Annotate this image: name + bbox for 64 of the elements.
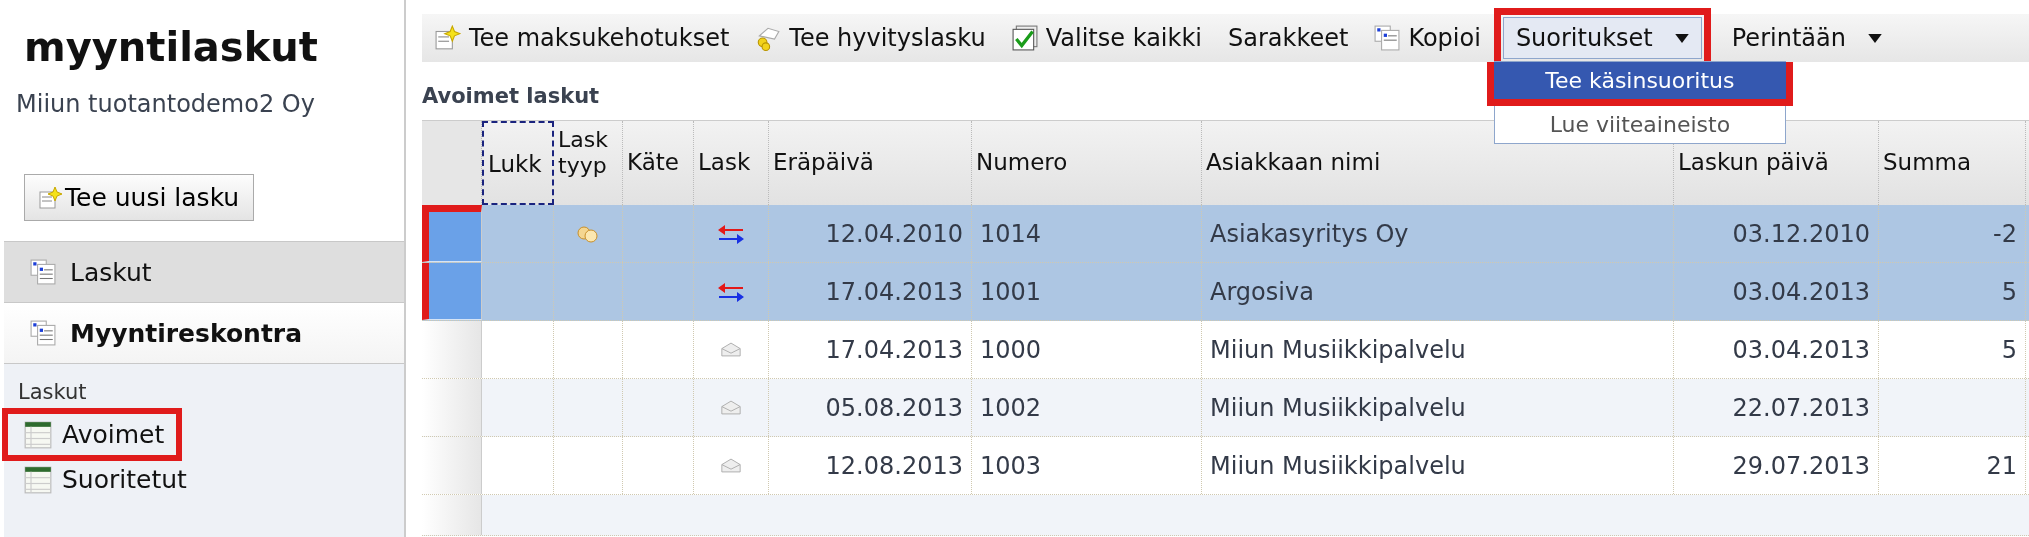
table-cell: 17.04.2013 xyxy=(769,263,972,320)
toolbar-button[interactable]: Sarakkeet xyxy=(1215,17,1362,59)
table-cell: 21 xyxy=(1879,437,2026,494)
table-title: Avoimet laskut xyxy=(422,83,600,110)
table-cell: 05.08.2013 xyxy=(769,379,972,436)
caret-icon xyxy=(1867,33,1882,43)
document-list-icon xyxy=(30,320,56,346)
toolbar-button[interactable]: Perintään xyxy=(1718,17,1895,59)
table-cell: 5 xyxy=(1879,321,2026,378)
document-list-icon xyxy=(30,259,56,285)
table-cell: 17.04.2013 xyxy=(769,321,972,378)
group-label: Laskut xyxy=(17,380,88,404)
table-row[interactable]: 12.04.2010 1014 Asiakasyritys Oy 03.12.2010 -2 xyxy=(422,205,2029,263)
table-cell: -2 xyxy=(1879,205,2026,262)
table-cell: Miiun Musiikkipalvelu xyxy=(1202,379,1674,436)
exchange-arrows-icon xyxy=(717,222,745,245)
table-row[interactable]: 17.04.2013 1000 Miiun Musiikkipalvelu 03.04.2013 5 xyxy=(422,321,2029,379)
table-cell: 1014 xyxy=(972,205,1202,262)
table-icon xyxy=(24,420,52,449)
toolbar-button[interactable]: Tee maksukehotukset xyxy=(422,17,743,59)
table-cell: 12.04.2010 xyxy=(769,205,972,262)
toolbar-button[interactable]: Kopioi xyxy=(1361,17,1494,59)
table-cell: Miiun Musiikkipalvelu xyxy=(1202,437,1674,494)
table-cell: 03.04.2013 xyxy=(1674,321,1879,378)
table-cell: 1001 xyxy=(972,263,1202,320)
checkbox-icon xyxy=(1011,25,1038,51)
table-cell: 03.12.2010 xyxy=(1674,205,1879,262)
table-row[interactable]: 05.08.2013 1002 Miiun Musiikkipalvelu 22.07.2013 xyxy=(422,379,2029,437)
page-title: myyntilaskut xyxy=(23,23,319,70)
table-cell: Asiakasyritys Oy xyxy=(1202,205,1674,262)
table-cell: 12.08.2013 xyxy=(769,437,972,494)
table-cell: 29.07.2013 xyxy=(1674,437,1879,494)
new-invoice-button[interactable]: Tee uusi lasku xyxy=(24,174,255,221)
envelope-icon xyxy=(720,399,742,416)
coins-icon xyxy=(755,25,782,51)
table-cell: 5 xyxy=(1879,263,2026,320)
table-cell: 1000 xyxy=(972,321,1202,378)
sidebar-item[interactable]: Suoritetut xyxy=(10,461,187,498)
new-document-icon xyxy=(39,185,63,210)
table-row[interactable]: 12.08.2013 1003 Miiun Musiikkipalvelu 29.07.2013 21 xyxy=(422,437,2029,495)
company-name: Miiun tuotantodemo2 Oy xyxy=(15,89,316,118)
table-cell: Miiun Musiikkipalvelu xyxy=(1202,321,1674,378)
table-cell: 1003 xyxy=(972,437,1202,494)
row-selector[interactable] xyxy=(422,205,482,262)
sidebar-item[interactable]: Avoimet xyxy=(10,416,175,453)
coins-icon xyxy=(576,223,600,244)
exchange-arrows-icon xyxy=(717,280,745,303)
toolbar-button[interactable]: Suoritukset xyxy=(1502,17,1702,59)
table-row[interactable]: 17.04.2013 1001 Argosiva 03.04.2013 5 xyxy=(422,263,2029,321)
document-list-icon xyxy=(1374,25,1401,51)
table-cell: Argosiva xyxy=(1202,263,1674,320)
toolbar-button[interactable]: Valitse kaikki xyxy=(998,17,1215,59)
caret-icon xyxy=(1674,33,1689,43)
menu-item[interactable]: Tee käsinsuoritus xyxy=(1486,62,1793,106)
table-cell: 22.07.2013 xyxy=(1674,379,1879,436)
nav-section[interactable]: Myyntireskontra xyxy=(4,302,404,363)
toolbar-button[interactable]: Tee hyvityslasku xyxy=(742,17,999,59)
table-icon xyxy=(24,465,52,494)
envelope-icon xyxy=(720,341,742,358)
table-cell: 1002 xyxy=(972,379,1202,436)
nav-section[interactable]: Laskut xyxy=(4,241,404,302)
new-document-icon xyxy=(435,25,461,51)
table-cell: 03.04.2013 xyxy=(1674,263,1879,320)
envelope-icon xyxy=(720,457,742,474)
